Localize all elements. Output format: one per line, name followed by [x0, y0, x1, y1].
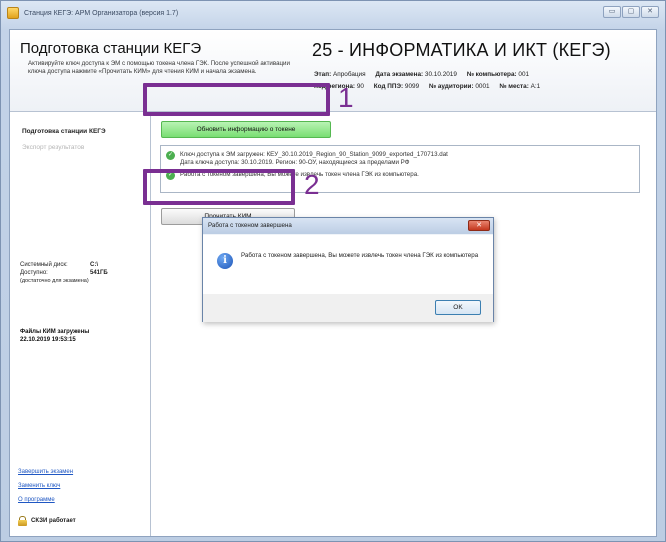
nav-item-station-prep[interactable]: Подготовка станции КЕГЭ — [22, 128, 106, 135]
disk-value: C:\ — [90, 262, 98, 268]
highlight-box-1 — [143, 83, 330, 116]
page-description: Активируйте ключ доступа к ЭМ с помощью … — [28, 60, 290, 75]
ok-button[interactable]: OK — [435, 300, 481, 315]
update-token-info-button[interactable]: Обновить информацию о токене — [161, 121, 331, 138]
dialog-body: i Работа с токеном завершена, Вы можете … — [203, 235, 493, 322]
dialog-message: Работа с токеном завершена, Вы можете из… — [241, 252, 479, 259]
kim-loaded-status: Файлы КИМ загружены 22.10.2019 19:53:15 — [20, 328, 89, 344]
log-item: ✓ Ключ доступа к ЭМ загружен: КЕУ_30.10.… — [166, 151, 448, 167]
date-label: Дата экзамена: — [375, 71, 424, 78]
lock-icon — [18, 516, 27, 526]
region-value: 90 — [356, 83, 364, 90]
window-controls: ▭ ▢ ✕ — [603, 6, 659, 18]
place-label: № места: — [499, 83, 529, 90]
place-value: A:1 — [530, 83, 541, 90]
exam-info-row-1: Этап: Апробация Дата экзамена: 30.10.201… — [314, 71, 529, 78]
info-icon: i — [217, 253, 233, 269]
window-title: Станция КЕГЭ: АРМ Организатора (версия 1… — [24, 9, 179, 17]
computer-label: № компьютера: — [466, 71, 517, 78]
token-finished-dialog: Работа с токеном завершена ✕ i Работа с … — [202, 217, 494, 322]
ppe-label: Код ППЭ: — [373, 83, 404, 90]
page-header: Подготовка станции КЕГЭ Активируйте ключ… — [10, 30, 656, 112]
highlight-box-2 — [143, 169, 295, 205]
log-line: Дата ключа доступа: 30.10.2019. Регион: … — [180, 159, 410, 166]
finish-exam-link[interactable]: Завершить экзамен — [18, 469, 73, 475]
stage-label: Этап: — [314, 71, 332, 78]
skzi-status: СКЗИ работает — [18, 516, 76, 526]
app-icon — [7, 7, 19, 19]
skzi-label: СКЗИ работает — [31, 518, 76, 524]
title-bar: Станция КЕГЭ: АРМ Организатора (версия 1… — [1, 1, 665, 25]
free-label: Доступно: — [20, 270, 48, 276]
free-note: (достаточно для экзамена) — [20, 278, 89, 284]
ppe-value: 9099 — [404, 83, 420, 90]
room-value: 0001 — [475, 83, 490, 90]
dialog-footer: OK — [203, 294, 493, 322]
callout-number-1: 1 — [338, 82, 354, 113]
page-title: Подготовка станции КЕГЭ — [20, 40, 202, 57]
about-link[interactable]: О программе — [18, 497, 55, 503]
dialog-close-icon[interactable]: ✕ — [468, 220, 490, 231]
sidebar: Подготовка станции КЕГЭ Экспорт результа… — [10, 113, 151, 536]
minimize-button[interactable]: ▭ — [603, 6, 621, 18]
change-key-link[interactable]: Заменить ключ — [18, 483, 60, 489]
stage-value: Апробация — [333, 71, 366, 78]
close-button[interactable]: ✕ — [641, 6, 659, 18]
kim-loaded-time: 22.10.2019 19:53:15 — [20, 337, 76, 343]
disk-info: Системный диск: C:\ Доступно: 541ГБ (доста… — [20, 261, 108, 285]
exam-title: 25 - ИНФОРМАТИКА И ИКТ (КЕГЭ) — [312, 40, 611, 60]
dialog-title: Работа с токеном завершена — [203, 218, 493, 234]
free-value: 541ГБ — [90, 270, 108, 276]
room-label: № аудитории: — [428, 83, 474, 90]
nav-item-export-results: Экспорт результатов — [22, 144, 85, 151]
date-value: 30.10.2019 — [424, 71, 457, 78]
computer-value: 001 — [518, 71, 530, 78]
check-icon: ✓ — [166, 151, 175, 160]
callout-number-2: 2 — [304, 169, 320, 200]
disk-label: Системный диск: — [20, 262, 68, 268]
kim-loaded-label: Файлы КИМ загружены — [20, 329, 90, 335]
maximize-button[interactable]: ▢ — [622, 6, 640, 18]
log-line: Ключ доступа к ЭМ загружен: КЕУ_30.10.20… — [180, 151, 448, 158]
